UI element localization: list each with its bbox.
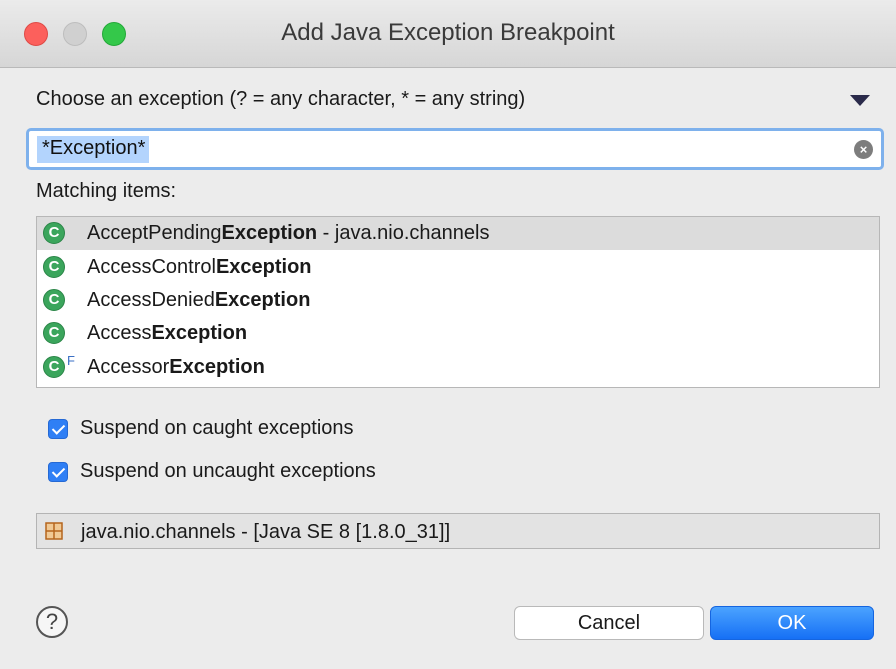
title-bar: Add Java Exception Breakpoint [0,0,896,68]
clear-icon[interactable]: × [854,140,873,159]
class-icon [43,256,65,278]
suspend-caught-checkbox[interactable] [48,419,68,439]
class-icon [43,222,65,244]
filter-label: Choose an exception (? = any character, … [36,88,526,110]
suspend-uncaught-label[interactable]: Suspend on uncaught exceptions [80,460,376,483]
status-text: java.nio.channels - [Java SE 8 [1.8.0_31… [81,521,451,543]
list-item-label: AccessControlException [87,256,312,278]
help-button[interactable]: ? [36,606,68,638]
suspend-uncaught-checkbox[interactable] [48,462,68,482]
exception-filter-input[interactable] [35,134,835,164]
list-item[interactable]: AccessControlException [37,251,879,284]
list-item-label: AccessException [87,322,248,344]
list-item[interactable]: AcceptPendingException - java.nio.channe… [37,217,879,250]
package-icon [45,522,63,540]
selected-package-status: java.nio.channels - [Java SE 8 [1.8.0_31… [36,513,880,549]
suspend-caught-label[interactable]: Suspend on caught exceptions [80,417,354,440]
final-badge: F [67,353,75,368]
class-icon [43,289,65,311]
list-item-label: AccessDeniedException [87,289,311,311]
class-icon [43,322,65,344]
list-item-label: AcceptPendingException - java.nio.channe… [87,222,490,244]
list-item-label: AccessorException [87,356,265,378]
list-item[interactable]: F AccessorException [37,351,879,384]
exception-filter-field[interactable]: *Exception* × [26,128,884,170]
view-menu-arrow-icon[interactable] [850,95,870,106]
ok-button[interactable]: OK [710,606,874,640]
cancel-button[interactable]: Cancel [514,606,704,640]
class-icon [43,356,65,378]
matching-items-label: Matching items: [36,180,177,202]
list-item[interactable]: AccessException [37,317,879,350]
window-title: Add Java Exception Breakpoint [281,19,615,46]
matching-items-list[interactable]: AcceptPendingException - java.nio.channe… [36,216,880,388]
list-item[interactable]: AccessDeniedException [37,284,879,317]
